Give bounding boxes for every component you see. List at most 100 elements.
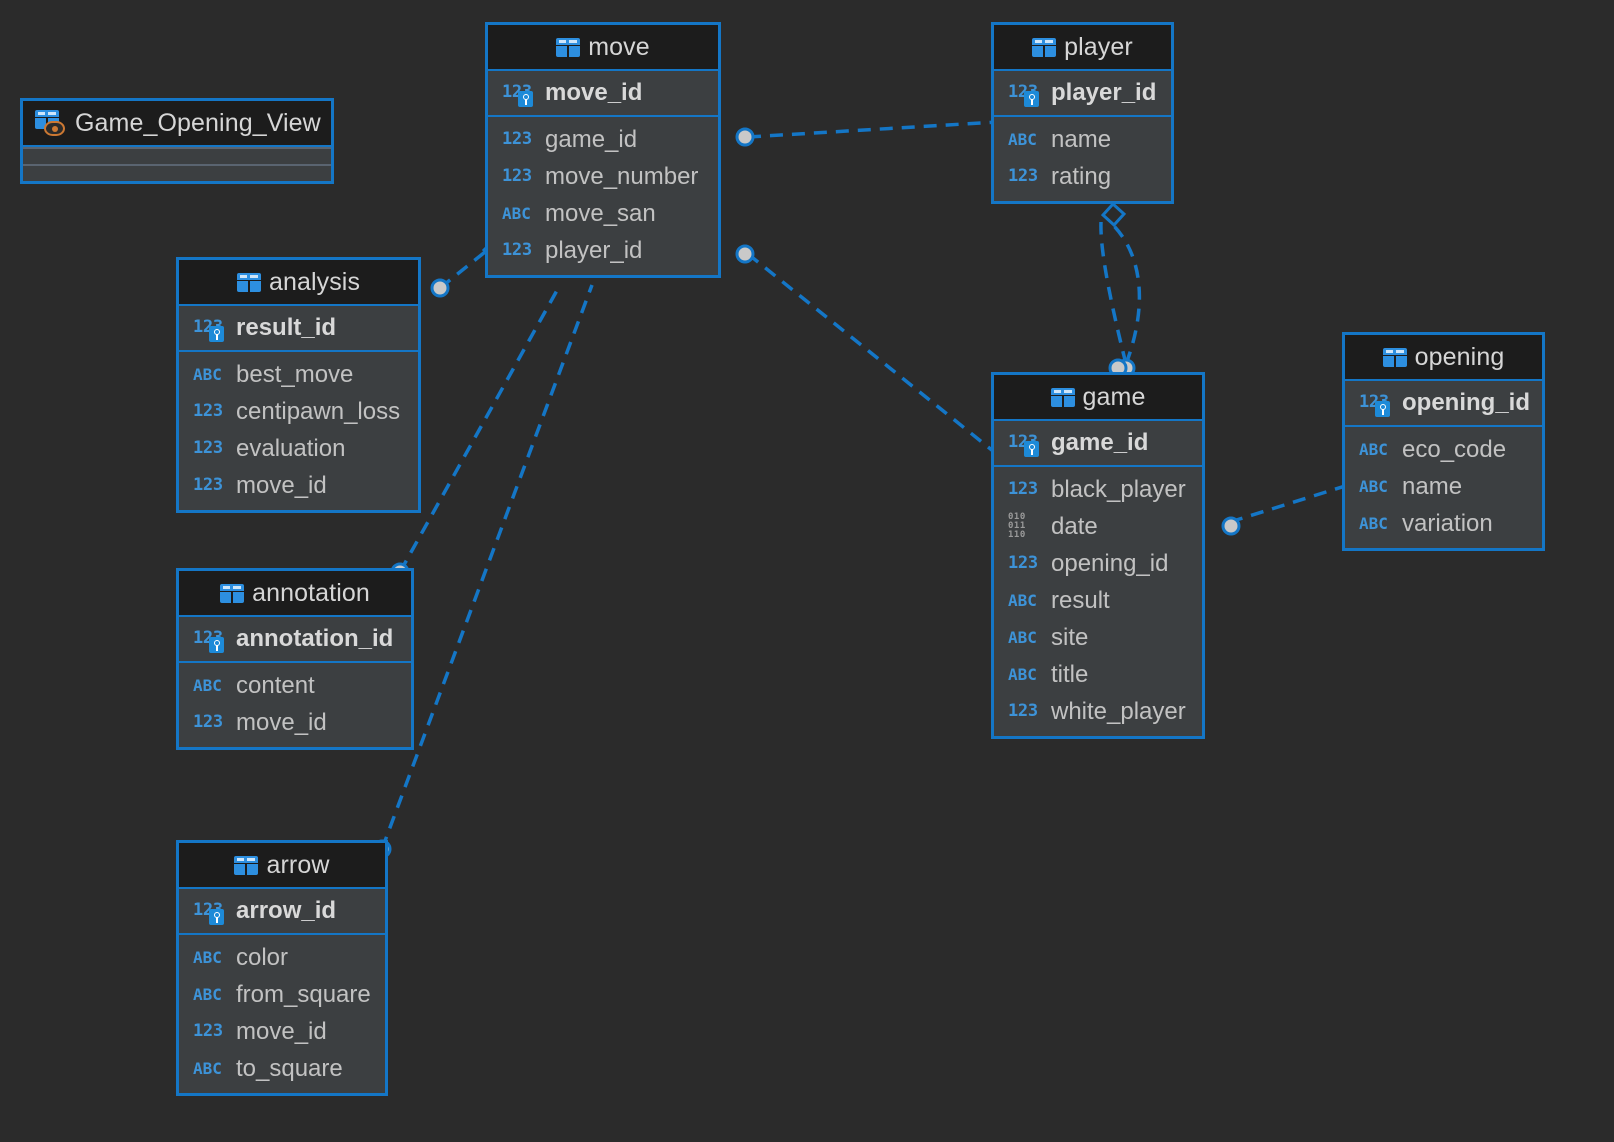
column-name: opening_id [1051, 550, 1168, 578]
primary-key-section: 123arrow_id [179, 889, 385, 935]
column-row[interactable]: ABC variation [1345, 505, 1542, 542]
entity-player[interactable]: player 123player_id ABCname 123 rating [991, 22, 1174, 204]
column-row[interactable]: ABCtitle [994, 656, 1202, 693]
entity-arrow[interactable]: arrow123arrow_idABCcolorABCfrom_square12… [176, 840, 388, 1096]
type-number-icon: 123 [502, 168, 536, 185]
entity-game[interactable]: game 123game_id 123black_player010011110da… [991, 372, 1205, 739]
column-row[interactable]: 123annotation_id [179, 620, 411, 657]
column-name: result [1051, 587, 1110, 615]
column-name: title [1051, 661, 1088, 689]
column-name: opening_id [1402, 389, 1530, 417]
view-table-eye-icon [35, 110, 65, 136]
column-name: from_square [236, 981, 371, 1009]
table-icon [1032, 38, 1056, 57]
column-name: color [236, 944, 288, 972]
view-empty-row [23, 164, 331, 181]
table-icon [556, 38, 580, 57]
column-name: site [1051, 624, 1088, 652]
type-number-icon: 123 [193, 630, 227, 647]
column-row[interactable]: 123game_id [488, 121, 718, 158]
column-name: centipawn_loss [236, 398, 400, 426]
type-string-icon: ABC [193, 950, 227, 966]
column-row[interactable]: 123 move_number [488, 158, 718, 195]
column-row[interactable]: 123move_id [488, 74, 718, 111]
view-body [23, 147, 331, 181]
column-row[interactable]: 123white_player [994, 693, 1202, 730]
type-number-icon: 123 [193, 403, 227, 420]
edge-game-blackplayer [1101, 222, 1126, 364]
column-row[interactable]: ABC color [179, 939, 385, 976]
primary-key-section: 123player_id [994, 71, 1171, 117]
column-name: move_id [236, 472, 327, 500]
column-name: player_id [545, 237, 642, 265]
column-row[interactable]: 123game_id [994, 424, 1202, 461]
primary-key-icon [1024, 441, 1039, 457]
column-row[interactable]: ABCbest_move [179, 356, 418, 393]
edge-game-whiteplayer [1110, 222, 1139, 364]
type-string-icon: ABC [1008, 630, 1042, 646]
column-name: move_number [545, 163, 698, 191]
column-row[interactable]: ABCto_square [179, 1050, 385, 1087]
column-row[interactable]: 123result_id [179, 309, 418, 346]
entity-title: annotation [252, 579, 370, 608]
column-name: rating [1051, 163, 1111, 191]
erd-canvas[interactable]: Game_Opening_View move 123 move_id 123game_… [0, 0, 1614, 1142]
primary-key-icon [1375, 401, 1390, 417]
column-name: arrow_id [236, 897, 336, 925]
entity-title: player [1064, 33, 1133, 62]
type-number-icon: 123 [1008, 168, 1042, 185]
edge-annotation-move [400, 285, 560, 572]
column-row[interactable]: ABCmove_san [488, 195, 718, 232]
edge-analysis-move [440, 252, 485, 288]
column-row[interactable]: 123player_id [994, 74, 1171, 111]
column-row[interactable]: ABCresult [994, 582, 1202, 619]
type-number-icon: 123 [193, 477, 227, 494]
primary-key-icon [518, 91, 533, 107]
type-string-icon: ABC [1008, 132, 1042, 148]
column-row[interactable]: 123 centipawn_loss [179, 393, 418, 430]
entity-annotation[interactable]: annotation 123annotation_id ABCcontent123m… [176, 568, 414, 750]
column-row[interactable]: ABC site [994, 619, 1202, 656]
entity-title: game [1083, 383, 1146, 412]
primary-key-section: 123game_id [994, 421, 1202, 467]
entity-header: opening [1345, 335, 1542, 381]
column-name: variation [1402, 510, 1493, 538]
type-string-icon: ABC [193, 987, 227, 1003]
column-row[interactable]: ABC from_square [179, 976, 385, 1013]
column-row[interactable]: ABCeco_code [1345, 431, 1542, 468]
entity-opening[interactable]: opening123opening_idABCeco_codeABCnameAB… [1342, 332, 1545, 551]
type-number-icon: 123 [1359, 394, 1393, 411]
column-name: move_id [545, 79, 642, 107]
column-row[interactable]: 123evaluation [179, 430, 418, 467]
column-row[interactable]: 123 move_id [179, 467, 418, 504]
column-row[interactable]: 123arrow_id [179, 892, 385, 929]
edge-game-opening [1230, 482, 1358, 522]
entity-header: player [994, 25, 1171, 71]
column-row[interactable]: 123 rating [994, 158, 1171, 195]
column-row[interactable]: ABCname [1345, 468, 1542, 505]
column-row[interactable]: 123 opening_id [1345, 384, 1542, 421]
column-name: best_move [236, 361, 353, 389]
entity-header: move [488, 25, 718, 71]
entity-analysis[interactable]: analysis123result_idABCbest_move123centi… [176, 257, 421, 513]
type-number-icon: 123 [193, 440, 227, 457]
column-row[interactable]: 123player_id [488, 232, 718, 269]
column-row[interactable]: 123move_id [179, 704, 411, 741]
primary-key-section: 123 opening_id [1345, 381, 1542, 427]
column-row[interactable]: 010011110date [994, 508, 1202, 545]
column-name: content [236, 672, 315, 700]
column-row[interactable]: 123opening_id [994, 545, 1202, 582]
column-row[interactable]: 123black_player [994, 471, 1202, 508]
column-row[interactable]: 123move_id [179, 1013, 385, 1050]
primary-key-icon [209, 326, 224, 342]
type-string-icon: ABC [1359, 516, 1393, 532]
column-row[interactable]: ABCname [994, 121, 1171, 158]
column-row[interactable]: ABCcontent [179, 667, 411, 704]
type-number-icon: 123 [1008, 481, 1042, 498]
column-name: result_id [236, 314, 336, 342]
entity-header: analysis [179, 260, 418, 306]
view-title: Game_Opening_View [75, 109, 321, 138]
primary-key-section: 123annotation_id [179, 617, 411, 663]
view-game-opening-view[interactable]: Game_Opening_View [20, 98, 334, 184]
entity-move[interactable]: move123move_id 123game_id 123 move_number AB… [485, 22, 721, 278]
